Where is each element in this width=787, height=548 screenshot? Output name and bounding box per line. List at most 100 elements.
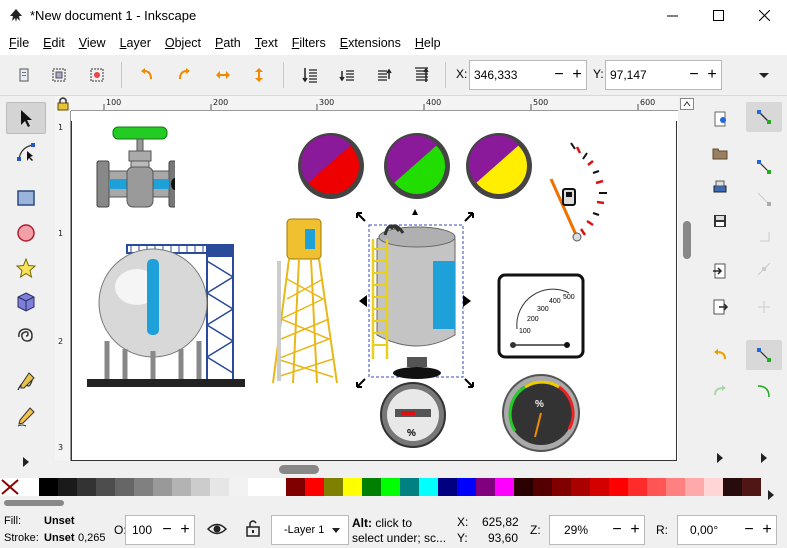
color-swatch[interactable] (514, 478, 533, 496)
drawing-canvas[interactable]: 100 200 300 400 500 % % (71, 111, 678, 461)
stroke-width-value[interactable]: 0,265 (78, 532, 106, 544)
snap-nodes-button[interactable] (746, 340, 782, 370)
color-swatch[interactable] (343, 478, 362, 496)
zoom-out-button[interactable]: − (608, 521, 626, 539)
color-swatch[interactable] (39, 478, 58, 496)
print-button[interactable] (702, 172, 738, 202)
toolbar-overflow-button[interactable] (756, 67, 772, 83)
import-button[interactable] (702, 256, 738, 286)
menu-edit[interactable]: Edit (36, 36, 72, 50)
color-swatch[interactable] (723, 478, 742, 496)
color-swatch[interactable] (685, 478, 704, 496)
no-paint-swatch[interactable] (0, 478, 20, 496)
color-swatch[interactable] (628, 478, 647, 496)
speed-gauge-large[interactable]: % (501, 373, 581, 453)
color-swatch[interactable] (20, 478, 39, 496)
color-swatch[interactable] (77, 478, 96, 496)
pen-tool[interactable] (6, 366, 46, 398)
color-swatch[interactable] (153, 478, 172, 496)
menu-view[interactable]: View (72, 36, 113, 50)
fill-value[interactable]: Unset (44, 515, 75, 527)
star-tool[interactable] (6, 252, 46, 284)
3d-box-tool[interactable] (6, 286, 46, 318)
horizontal-scrollbar[interactable] (71, 461, 678, 478)
snap-bbox-midpoints-button[interactable] (746, 254, 782, 284)
rotation-increment-button[interactable]: + (758, 521, 776, 539)
color-swatch[interactable] (704, 478, 723, 496)
stroke-value[interactable]: Unset (44, 532, 75, 544)
color-swatch[interactable] (229, 478, 248, 496)
color-swatch[interactable] (305, 478, 324, 496)
color-swatch[interactable] (324, 478, 343, 496)
color-swatch[interactable] (742, 478, 761, 496)
water-tower[interactable] (267, 215, 343, 387)
color-swatch[interactable] (115, 478, 134, 496)
spherical-tank[interactable] (87, 231, 247, 389)
opacity-decrement-button[interactable]: − (158, 521, 176, 539)
x-decrement-button[interactable]: − (550, 66, 568, 84)
rotate-cw-button[interactable] (171, 62, 197, 88)
new-document-button[interactable] (702, 104, 738, 134)
open-document-button[interactable] (702, 138, 738, 168)
menu-object[interactable]: Object (158, 36, 208, 50)
spiral-tool[interactable] (6, 320, 46, 352)
horizontal-scroll-thumb[interactable] (279, 465, 319, 474)
color-swatch[interactable] (191, 478, 210, 496)
fuel-gauge[interactable] (549, 137, 619, 252)
undo-button[interactable] (702, 340, 738, 370)
color-swatch[interactable] (381, 478, 400, 496)
color-swatch[interactable] (134, 478, 153, 496)
indicator-light-red[interactable] (296, 131, 366, 201)
color-swatch[interactable] (571, 478, 590, 496)
y-decrement-button[interactable]: − (685, 66, 703, 84)
color-swatch[interactable] (647, 478, 666, 496)
toggle-layer-lock-button[interactable] (243, 518, 263, 538)
export-button[interactable] (702, 292, 738, 322)
lower-to-bottom-button[interactable] (297, 62, 323, 88)
menu-path[interactable]: Path (208, 36, 248, 50)
guide-lock-button[interactable] (55, 96, 71, 111)
color-swatch[interactable] (267, 478, 286, 496)
vertical-scrollbar[interactable] (678, 96, 696, 461)
color-swatch[interactable] (590, 478, 609, 496)
x-coordinate-field[interactable]: 346,333 − + (469, 60, 587, 90)
color-swatch[interactable] (457, 478, 476, 496)
more-snap-button[interactable] (746, 443, 782, 473)
color-swatch[interactable] (438, 478, 457, 496)
color-swatch[interactable] (248, 478, 267, 496)
color-swatch[interactable] (286, 478, 305, 496)
y-coordinate-field[interactable]: 97,147 − + (605, 60, 722, 90)
snap-toggle-button[interactable] (746, 102, 782, 132)
rotation-decrement-button[interactable]: − (740, 521, 758, 539)
color-swatch[interactable] (419, 478, 438, 496)
redo-button[interactable] (702, 376, 738, 406)
menu-help[interactable]: Help (408, 36, 448, 50)
snap-bbox-edges-button[interactable] (746, 184, 782, 214)
select-same-button[interactable] (84, 62, 110, 88)
vertical-scroll-thumb[interactable] (683, 221, 691, 259)
more-commands-button[interactable] (702, 443, 738, 473)
selected-storage-tank[interactable] (355, 209, 475, 391)
ellipse-tool[interactable] (6, 217, 46, 249)
toggle-layer-visibility-button[interactable] (206, 520, 228, 538)
opacity-field[interactable]: 100 − + (125, 515, 195, 545)
palette-scroll-thumb[interactable] (4, 500, 64, 506)
maximize-button[interactable] (695, 0, 741, 31)
color-swatch[interactable] (400, 478, 419, 496)
color-swatch[interactable] (666, 478, 685, 496)
opacity-increment-button[interactable]: + (176, 521, 194, 539)
x-increment-button[interactable]: + (568, 66, 586, 84)
menu-layer[interactable]: Layer (113, 36, 158, 50)
close-button[interactable] (741, 0, 787, 31)
minimize-button[interactable] (649, 0, 695, 31)
color-swatch[interactable] (533, 478, 552, 496)
menu-filters[interactable]: Filters (285, 36, 333, 50)
menu-text[interactable]: Text (248, 36, 285, 50)
color-swatch[interactable] (495, 478, 514, 496)
palette-scrollbar[interactable] (0, 496, 760, 510)
raise-to-top-button[interactable] (408, 62, 434, 88)
current-layer-dropdown[interactable]: -Layer 1 (271, 515, 349, 545)
rotation-field[interactable]: 0,00° − + (677, 515, 777, 545)
valve-drawing[interactable] (95, 125, 175, 211)
more-tools-button[interactable] (6, 446, 46, 478)
